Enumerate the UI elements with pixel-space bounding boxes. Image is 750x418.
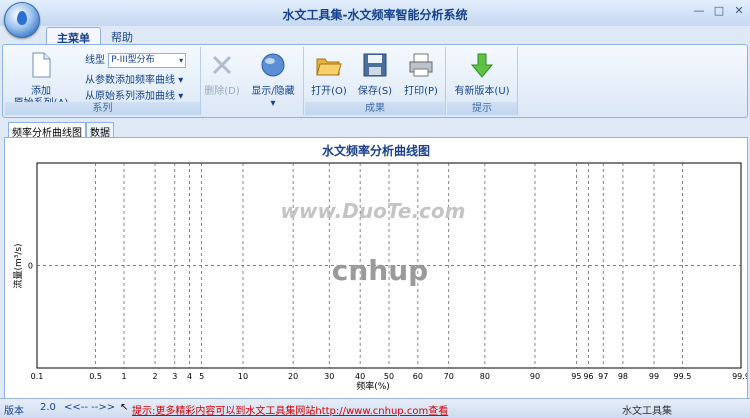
y-tick-label: 0 xyxy=(28,262,33,271)
x-tick-label: 99.9 xyxy=(732,372,747,381)
delete-label: 删除(D) xyxy=(204,86,240,97)
ribbon-group-results: 打开(O) 保存(S) 打印(P) 成果 xyxy=(305,47,446,115)
add-param-curve-label: 从参数添加频率曲线 xyxy=(85,75,175,86)
add-series-curve-label: 从原始系列添加曲线 xyxy=(85,91,175,102)
version-label: 版本 xyxy=(4,406,24,417)
x-tick-label: 0.5 xyxy=(89,372,102,381)
x-tick-label: 60 xyxy=(413,372,423,381)
ribbon-group-series: 添加 原始系列(A) 线型 P-III型分布 从参数添加频率曲线 ▾ 从原始系列… xyxy=(5,47,201,115)
title-bar: 水文工具集-水文频率智能分析系统 — □ ✕ xyxy=(0,0,750,26)
new-version-button[interactable]: 有新版本(U) xyxy=(449,51,515,98)
x-tick-label: 0.1 xyxy=(31,372,44,381)
x-tick-label: 90 xyxy=(530,372,540,381)
y-axis-label: 流量(m³/s) xyxy=(12,243,24,288)
x-tick-label: 99 xyxy=(649,372,659,381)
page-nav[interactable]: <<-- -->> xyxy=(64,402,115,413)
line-type-row: 线型 P-III型分布 xyxy=(85,51,187,68)
hint-group-label: 提示 xyxy=(447,102,517,115)
open-button[interactable]: 打开(O) xyxy=(309,51,349,98)
chevron-down-icon: ▾ xyxy=(270,98,276,109)
tab-help[interactable]: 帮助 xyxy=(101,27,143,44)
duote-watermark: www.DuoTe.com xyxy=(281,199,466,223)
minimize-icon[interactable]: — xyxy=(692,4,706,18)
website-tip-link[interactable]: 提示:更多精彩内容可以到水文工具集网站http://www.cnhup.com查… xyxy=(132,402,448,417)
water-drop-icon xyxy=(17,11,27,25)
add-series-curve-button[interactable]: 从原始系列添加曲线 ▾ xyxy=(85,87,183,102)
series-group-label: 系列 xyxy=(5,102,200,115)
x-tick-label: 10 xyxy=(238,372,248,381)
results-group-label: 成果 xyxy=(305,102,445,115)
brand-label: 水文工具集 xyxy=(622,406,672,417)
print-label: 打印(P) xyxy=(404,86,438,97)
open-label: 打开(O) xyxy=(311,86,347,97)
x-tick-label: 99.5 xyxy=(673,372,691,381)
close-icon[interactable]: ✕ xyxy=(732,4,746,18)
print-button[interactable]: 打印(P) xyxy=(399,51,443,98)
x-tick-label: 3 xyxy=(172,372,177,381)
delete-x-icon xyxy=(212,55,232,75)
x-tick-label: 98 xyxy=(618,372,628,381)
x-tick-label: 5 xyxy=(199,372,204,381)
status-bar: 版本 2.0 <<-- -->> ↖ 提示:更多精彩内容可以到水文工具集网站ht… xyxy=(0,398,750,418)
download-arrow-icon xyxy=(470,53,494,78)
tab-main-menu[interactable]: 主菜单 xyxy=(46,27,101,45)
ribbon: 添加 原始系列(A) 线型 P-III型分布 从参数添加频率曲线 ▾ 从原始系列… xyxy=(2,44,748,118)
chart-panel: 水文频率分析曲线图 0.1 0.5 1 2 3 4 5 10 20 30 40 50 60 70 80 90 9… xyxy=(4,137,750,399)
line-type-select[interactable]: P-III型分布 xyxy=(108,52,187,68)
line-type-label: 线型 xyxy=(85,55,105,66)
chevron-down-icon: ▾ xyxy=(178,75,184,86)
x-tick-label: 97 xyxy=(598,372,608,381)
x-tick-label: 1 xyxy=(121,372,126,381)
chart-title: 水文频率分析曲线图 xyxy=(322,143,430,158)
folder-open-icon xyxy=(316,58,342,76)
add-param-curve-button[interactable]: 从参数添加频率曲线 ▾ xyxy=(85,71,183,86)
x-tick-label: 40 xyxy=(355,372,365,381)
x-tick-label: 70 xyxy=(444,372,454,381)
ribbon-group-series-tools: 删除(D) 显示/隐藏 ▾ xyxy=(200,47,304,115)
pointer-icon: ↖ xyxy=(120,402,129,413)
window-title: 水文工具集-水文频率智能分析系统 xyxy=(282,8,468,22)
x-tick-label: 20 xyxy=(288,372,298,381)
x-tick-label: 96 xyxy=(583,372,593,381)
ribbon-group-hint: 有新版本(U) 提示 xyxy=(447,47,518,115)
save-label: 保存(S) xyxy=(357,86,393,97)
new-version-label: 有新版本(U) xyxy=(454,86,510,97)
x-tick-label: 50 xyxy=(384,372,394,381)
show-hide-label: 显示/隐藏 xyxy=(251,86,295,97)
globe-icon xyxy=(261,53,285,77)
version-value: 2.0 xyxy=(40,402,56,413)
x-tick-label: 2 xyxy=(153,372,158,381)
chevron-down-icon: ▾ xyxy=(178,91,184,102)
save-button[interactable]: 保存(S) xyxy=(353,51,397,98)
printer-icon xyxy=(409,53,433,77)
new-document-icon xyxy=(32,52,51,78)
x-tick-label: 30 xyxy=(324,372,334,381)
x-tick-label: 80 xyxy=(480,372,490,381)
frequency-chart: 水文频率分析曲线图 0.1 0.5 1 2 3 4 5 10 20 30 40 50 60 70 80 90 9… xyxy=(12,143,750,392)
cnhup-logo-watermark: cnhup xyxy=(332,254,428,287)
app-menu-orb[interactable] xyxy=(4,2,40,38)
x-axis-label: 频率(%) xyxy=(356,380,390,392)
save-disk-icon xyxy=(363,53,387,77)
x-tick-label: 95 xyxy=(571,372,581,381)
x-tick-label: 4 xyxy=(187,372,192,381)
show-hide-button[interactable]: 显示/隐藏 ▾ xyxy=(244,51,302,110)
maximize-icon[interactable]: □ xyxy=(712,4,726,18)
delete-button[interactable]: 删除(D) xyxy=(202,51,242,98)
